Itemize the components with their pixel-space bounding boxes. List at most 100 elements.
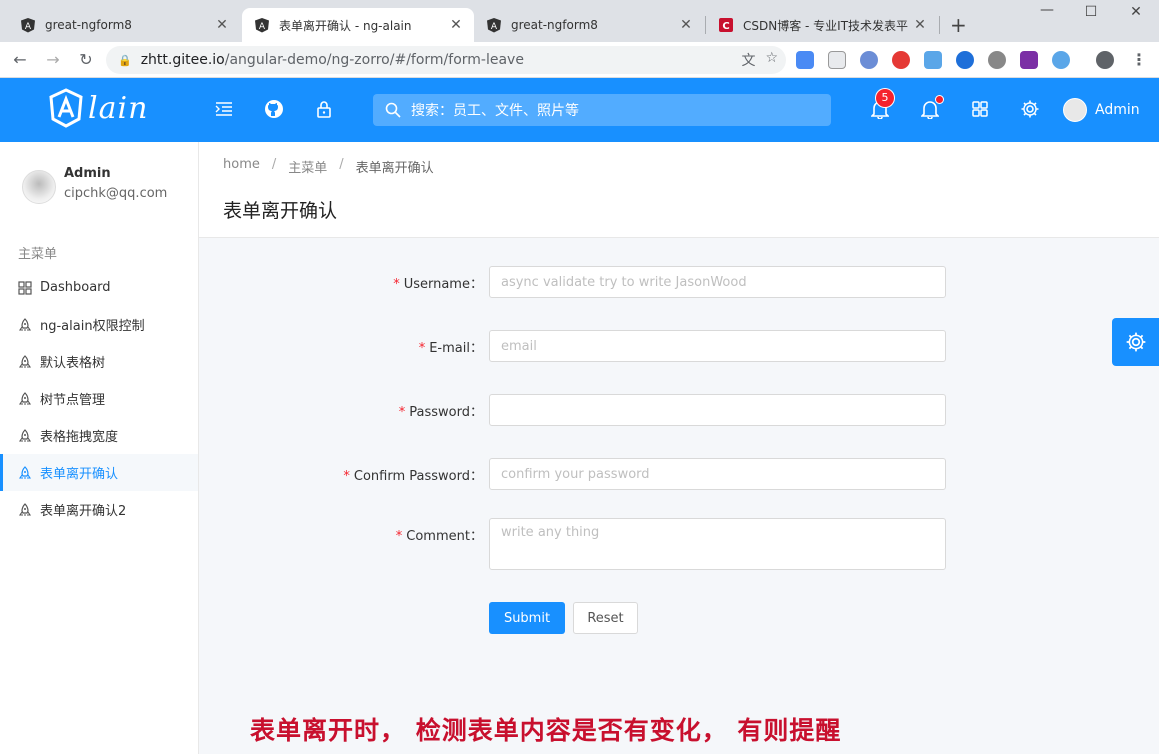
apps-grid-icon[interactable] — [969, 98, 991, 120]
tab-divider — [939, 16, 940, 34]
extension-globe-icon[interactable] — [988, 51, 1006, 69]
lock-icon[interactable] — [313, 98, 335, 120]
sidebar-item-label: 默认表格树 — [40, 356, 106, 371]
close-tab-icon[interactable]: ✕ — [214, 17, 230, 33]
header-user-menu[interactable]: Admin — [1063, 98, 1140, 122]
new-tab-icon[interactable]: + — [950, 13, 967, 37]
sidebar-item-label: ng-alain权限控制 — [40, 319, 145, 334]
close-tab-icon[interactable]: ✕ — [678, 17, 694, 33]
extension-translate-icon[interactable] — [796, 51, 814, 69]
password-label-text: Password — [409, 405, 470, 420]
url-host: zhtt.gitee.io — [140, 52, 225, 68]
confirm-password-label-text: Confirm Password — [353, 469, 470, 484]
label-colon: ： — [469, 529, 483, 544]
dashboard-icon — [18, 280, 32, 295]
rocket-icon — [18, 317, 32, 331]
form-row-password: * Password： — [199, 394, 1159, 426]
lock-icon: 🔒 — [118, 53, 132, 67]
gear-icon — [1126, 332, 1145, 352]
reload-icon[interactable]: ↻ — [74, 48, 98, 72]
forward-icon[interactable]: → — [41, 48, 65, 72]
reset-button[interactable]: Reset — [573, 602, 638, 634]
bookmark-star-icon[interactable]: ☆ — [765, 50, 778, 70]
close-window-icon[interactable]: ✕ — [1113, 4, 1159, 20]
username-label: * Username： — [393, 273, 483, 292]
browser-tab[interactable]: C CSDN博客 - 专业IT技术发表平 ✕ — [706, 8, 938, 42]
rocket-icon — [18, 502, 32, 516]
extension-rp-icon[interactable] — [1020, 51, 1038, 69]
required-mark: * — [398, 405, 406, 420]
close-tab-icon[interactable]: ✕ — [912, 17, 928, 33]
back-icon[interactable]: ← — [8, 48, 32, 72]
sidebar-user-card[interactable]: Admin cipchk@qq.com — [22, 166, 167, 204]
alain-logo-icon — [49, 88, 83, 128]
browser-tab[interactable]: A great-ngform8 ✕ — [474, 8, 704, 42]
breadcrumb-menu[interactable]: 主菜单 — [288, 157, 327, 176]
browser-tab-strip: A great-ngform8 ✕ A 表单离开确认 - ng-alain ✕ … — [0, 0, 1159, 42]
sidebar-user-name: Admin — [64, 166, 111, 181]
username-input[interactable] — [489, 266, 946, 298]
sidebar-item-table-tree[interactable]: 默认表格树 — [0, 343, 198, 380]
maximize-icon[interactable]: ☐ — [1068, 4, 1114, 20]
extension-check-icon[interactable] — [1052, 51, 1070, 69]
rocket-icon — [18, 354, 32, 368]
browser-tab-active[interactable]: A 表单离开确认 - ng-alain ✕ — [242, 8, 474, 42]
angular-icon: A — [21, 18, 35, 33]
required-mark: * — [418, 341, 426, 356]
email-label: * E-mail： — [419, 337, 483, 356]
profile-icon[interactable] — [1096, 51, 1114, 69]
search-placeholder: 搜索：员工、文件、照片等 — [411, 103, 579, 119]
form-content: *Username： *E-mail： *Password： *Confirm … — [199, 238, 1159, 754]
minimize-icon[interactable]: — — [1024, 2, 1070, 18]
sidebar-user-email: cipchk@qq.com — [64, 186, 168, 201]
avatar — [22, 170, 56, 204]
extension-info-icon[interactable] — [860, 51, 878, 69]
form-row-username: * Username： — [199, 266, 1159, 298]
more-menu-icon[interactable]: ⋮ — [1127, 48, 1151, 72]
close-tab-icon[interactable]: ✕ — [448, 17, 464, 33]
svg-text:A: A — [491, 22, 498, 32]
required-mark: * — [395, 529, 403, 544]
comment-textarea[interactable] — [489, 518, 946, 570]
label-colon: ： — [469, 341, 483, 356]
breadcrumb-home[interactable]: home — [223, 157, 260, 176]
menu-fold-icon[interactable] — [213, 98, 235, 120]
translate-icon[interactable]: 文 — [741, 50, 755, 70]
svg-text:A: A — [259, 22, 266, 32]
github-icon[interactable] — [263, 98, 285, 120]
svg-text:A: A — [25, 22, 32, 32]
extension-network-icon[interactable] — [956, 51, 974, 69]
extension-reader-icon[interactable] — [828, 51, 846, 69]
app-header: lain 搜索：员工、文件、照片等 5 Admin — [0, 78, 1159, 142]
sidebar-item-label: Dashboard — [40, 280, 111, 295]
header-search[interactable]: 搜索：员工、文件、照片等 — [373, 94, 831, 126]
sidebar-item-label: 表单离开确认2 — [40, 504, 127, 519]
password-input[interactable] — [489, 394, 946, 426]
menu-group-title: 主菜单 — [18, 247, 58, 262]
sidebar-item-acl[interactable]: ng-alain权限控制 — [0, 306, 198, 343]
form-row-confirm-password: * Confirm Password： — [199, 458, 1159, 490]
label-colon: ： — [469, 277, 483, 292]
logo[interactable]: lain — [48, 88, 148, 128]
required-mark: * — [343, 469, 350, 484]
sidebar-item-dashboard[interactable]: Dashboard — [0, 269, 198, 306]
theme-settings-button[interactable] — [1112, 318, 1159, 366]
extension-adblock-icon[interactable] — [892, 51, 910, 69]
confirm-password-input[interactable] — [489, 458, 946, 490]
sidebar-item-table-drag[interactable]: 表格拖拽宽度 — [0, 417, 198, 454]
email-label-text: E-mail — [429, 341, 470, 356]
gear-icon[interactable] — [1019, 98, 1041, 120]
browser-tab[interactable]: A great-ngform8 ✕ — [8, 8, 240, 42]
address-bar[interactable]: 🔒 zhtt.gitee.io/angular-demo/ng-zorro/#/… — [106, 46, 786, 74]
sidebar-item-form-leave-2[interactable]: 表单离开确认2 — [0, 491, 198, 528]
submit-button[interactable]: Submit — [489, 602, 565, 634]
form-row-comment: * Comment： — [199, 518, 1159, 570]
avatar — [1063, 98, 1087, 122]
rocket-icon — [18, 391, 32, 405]
sidebar-item-tree-nodes[interactable]: 树节点管理 — [0, 380, 198, 417]
angular-icon: A — [487, 18, 501, 33]
extension-bird-icon[interactable] — [924, 51, 942, 69]
email-input[interactable] — [489, 330, 946, 362]
sidebar-item-label: 表单离开确认 — [40, 467, 119, 482]
sidebar-item-form-leave[interactable]: 表单离开确认 — [0, 454, 198, 491]
